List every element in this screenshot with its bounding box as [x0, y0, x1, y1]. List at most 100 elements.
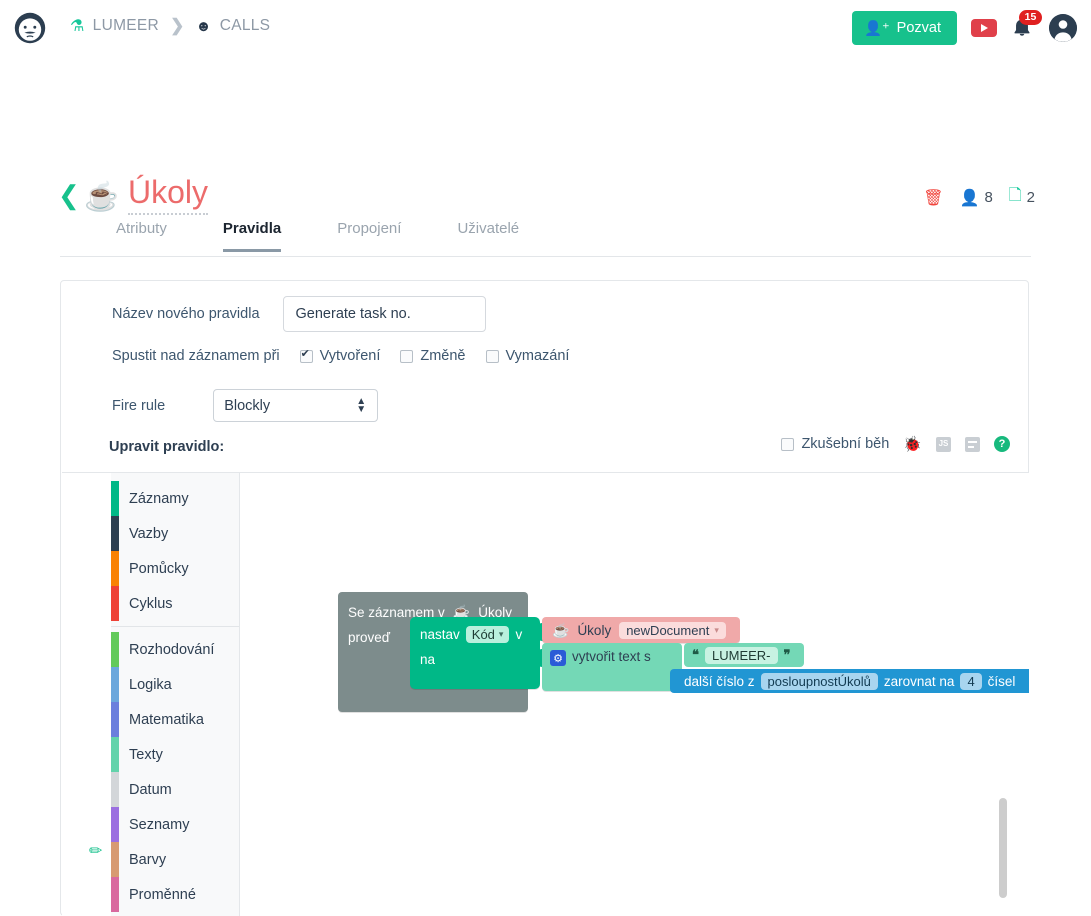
block-sequence-next[interactable]: další číslo z posloupnostÚkolů zarovnat … — [670, 669, 1029, 693]
block-set-attribute[interactable]: nastav Kód v na — [410, 617, 546, 689]
toolbox-item-datum[interactable]: Datum — [111, 772, 239, 807]
block-set-line2: na — [420, 652, 436, 667]
help-icon-label: ? — [994, 436, 1010, 452]
toolbox-swatch — [111, 702, 119, 737]
toolbox-item-label: Cyklus — [129, 595, 173, 612]
user-avatar[interactable] — [1049, 14, 1077, 42]
toolbox-swatch — [111, 551, 119, 586]
checkbox-label: Zkušební běh — [801, 436, 890, 452]
toolbox-item-matematika[interactable]: Matematika — [111, 702, 239, 737]
invite-button-label: Pozvat — [896, 20, 941, 36]
collection-header: ❮ ☕ Úkoly 🗑 👤 8 🗋 2 — [0, 84, 1091, 215]
edit-pencil-icon[interactable]: ✏ — [89, 841, 102, 861]
tab-label: Pravidla — [222, 220, 282, 237]
block-sequence-name[interactable]: posloupnostÚkolů — [760, 672, 878, 690]
tab-propojeni[interactable]: Propojení — [337, 214, 401, 249]
toolbox-swatch — [111, 632, 119, 667]
block-sequence-suffix: čísel — [987, 673, 1016, 689]
checkbox-vytvoreni[interactable]: Vytvoření — [299, 347, 381, 364]
checkbox-label: Vytvoření — [319, 348, 381, 364]
toolbox-item-vazby[interactable]: Vazby — [111, 516, 239, 551]
invite-button[interactable]: 👤⁺ Pozvat — [851, 11, 957, 45]
block-sequence-prefix: další číslo z — [684, 673, 755, 689]
block-document-variable-dropdown[interactable]: newDocument — [619, 621, 726, 639]
toolbox-item-label: Datum — [129, 781, 172, 798]
toolbox-item-barvy[interactable]: Barvy — [111, 842, 239, 877]
toolbox-item-logika[interactable]: Logika — [111, 667, 239, 702]
debug-bug-icon[interactable]: 🐞 — [903, 437, 922, 452]
rule-trigger-label: Spustit nad záznamem při — [112, 348, 280, 364]
blockly-workspace[interactable]: Se záznamem v ☕ Úkoly proveď nastav Kód … — [240, 473, 1029, 916]
toolbox-item-label: Logika — [129, 676, 172, 693]
gear-icon[interactable]: ⚙ — [550, 650, 566, 666]
fire-rule-select[interactable]: Blockly — [213, 389, 379, 422]
toolbox-item-texty[interactable]: Texty — [111, 737, 239, 772]
rule-name-input[interactable] — [282, 296, 486, 332]
top-navigation-bar: ⚗ LUMEER ❯ ☻ CALLS 👤⁺ Pozvat 15 — [0, 0, 1091, 56]
collection-description-row: ❞ Zadejte popis — [0, 158, 1091, 350]
person-add-icon: 👤⁺ — [863, 20, 890, 37]
checkbox-box — [781, 437, 795, 451]
block-set-field-dropdown[interactable]: Kód — [465, 626, 510, 643]
topbar-actions: 👤⁺ Pozvat 15 — [851, 10, 1077, 45]
toolbox-swatch — [111, 667, 119, 702]
checkbox-zkusebni-beh[interactable]: Zkušební běh — [781, 436, 889, 452]
chevron-right-icon: ❯ — [170, 16, 185, 35]
javascript-view-icon[interactable]: JS — [936, 436, 951, 452]
workspace-scrollbar[interactable] — [999, 798, 1007, 898]
breadcrumb-organization[interactable]: LUMEER — [93, 17, 159, 35]
toolbox-swatch — [111, 516, 119, 551]
toolbox-item-seznamy[interactable]: Seznamy — [111, 807, 239, 842]
fire-rule-select-wrap: Blockly ▲ ▼ — [189, 389, 379, 422]
toolbox-swatch — [111, 772, 119, 807]
workspace-toolbar: Zkušební běh 🐞 JS ? — [781, 436, 1010, 452]
block-set-line1: nastav Kód v — [420, 626, 522, 643]
tab-uzivatele[interactable]: Uživatelé — [457, 214, 519, 249]
block-set-verb: nastav — [420, 627, 460, 642]
notifications-bell[interactable]: 15 — [1011, 10, 1042, 41]
checkbox-zmene[interactable]: Změně — [400, 348, 466, 364]
tab-label: Atributy — [116, 220, 167, 237]
tab-pravidla[interactable]: Pravidla — [222, 214, 282, 252]
block-create-text-label: vytvořit text s — [572, 649, 651, 664]
toolbox-item-cyklus[interactable]: Cyklus — [111, 586, 239, 621]
youtube-icon[interactable] — [971, 19, 997, 37]
toolbox-item-label: Záznamy — [129, 490, 189, 507]
block-document-reference[interactable]: ☕ Úkoly newDocument — [542, 617, 740, 643]
toolbox-item-zaznamy[interactable]: Záznamy — [111, 481, 239, 516]
tab-label: Propojení — [337, 220, 402, 237]
rule-name-row: Název nového pravidla — [112, 296, 486, 332]
lumeer-logo-icon[interactable] — [14, 12, 46, 44]
toolbox-item-promenne[interactable]: Proměnné — [111, 877, 239, 912]
block-sequence-middle: zarovnat na — [883, 673, 955, 689]
toolbox-item-label: Seznamy — [129, 816, 190, 833]
rule-trigger-row: Spustit nad záznamem při Vytvoření Změně… — [112, 347, 570, 365]
checkbox-label: Změně — [420, 348, 466, 364]
block-sequence-digits[interactable]: 4 — [960, 672, 982, 690]
toolbox-item-pomucky[interactable]: Pomůcky — [111, 551, 239, 586]
checkbox-vymazani[interactable]: Vymazání — [485, 348, 570, 364]
collection-tabs: Atributy Pravidla Propojení Uživatelé — [60, 214, 1031, 257]
tab-atributy[interactable]: Atributy — [116, 214, 167, 249]
toolbox-swatch — [111, 586, 119, 621]
format-blocks-icon[interactable] — [965, 436, 980, 452]
toolbox-item-rozhodovani[interactable]: Rozhodování — [111, 632, 239, 667]
toolbox-item-label: Matematika — [129, 711, 204, 728]
checkbox-box — [400, 349, 414, 363]
toolbox-separator — [111, 626, 239, 627]
breadcrumb-project[interactable]: CALLS — [220, 17, 271, 35]
project-icon: ☻ — [195, 17, 212, 35]
block-create-text[interactable]: ⚙ vytvořit text s — [542, 643, 682, 691]
block-set-in: v — [515, 627, 523, 642]
close-quote-icon: ❞ — [783, 647, 791, 662]
collection-cup-icon: ☕ — [552, 621, 570, 638]
block-text-literal[interactable]: ❝ LUMEER- ❞ — [684, 643, 804, 667]
block-text-literal-value[interactable]: LUMEER- — [705, 646, 778, 664]
toolbox-item-label: Pomůcky — [129, 560, 189, 577]
checkbox-label: Vymazání — [505, 348, 570, 364]
blockly-area: Záznamy Vazby Pomůcky Cyklus Rozhodování… — [62, 472, 1029, 916]
format-icon-glyph — [965, 436, 980, 452]
help-icon[interactable]: ? — [994, 436, 1010, 452]
flask-icon: ⚗ — [70, 18, 85, 35]
fire-rule-row: Fire rule Blockly ▲ ▼ — [112, 389, 379, 422]
